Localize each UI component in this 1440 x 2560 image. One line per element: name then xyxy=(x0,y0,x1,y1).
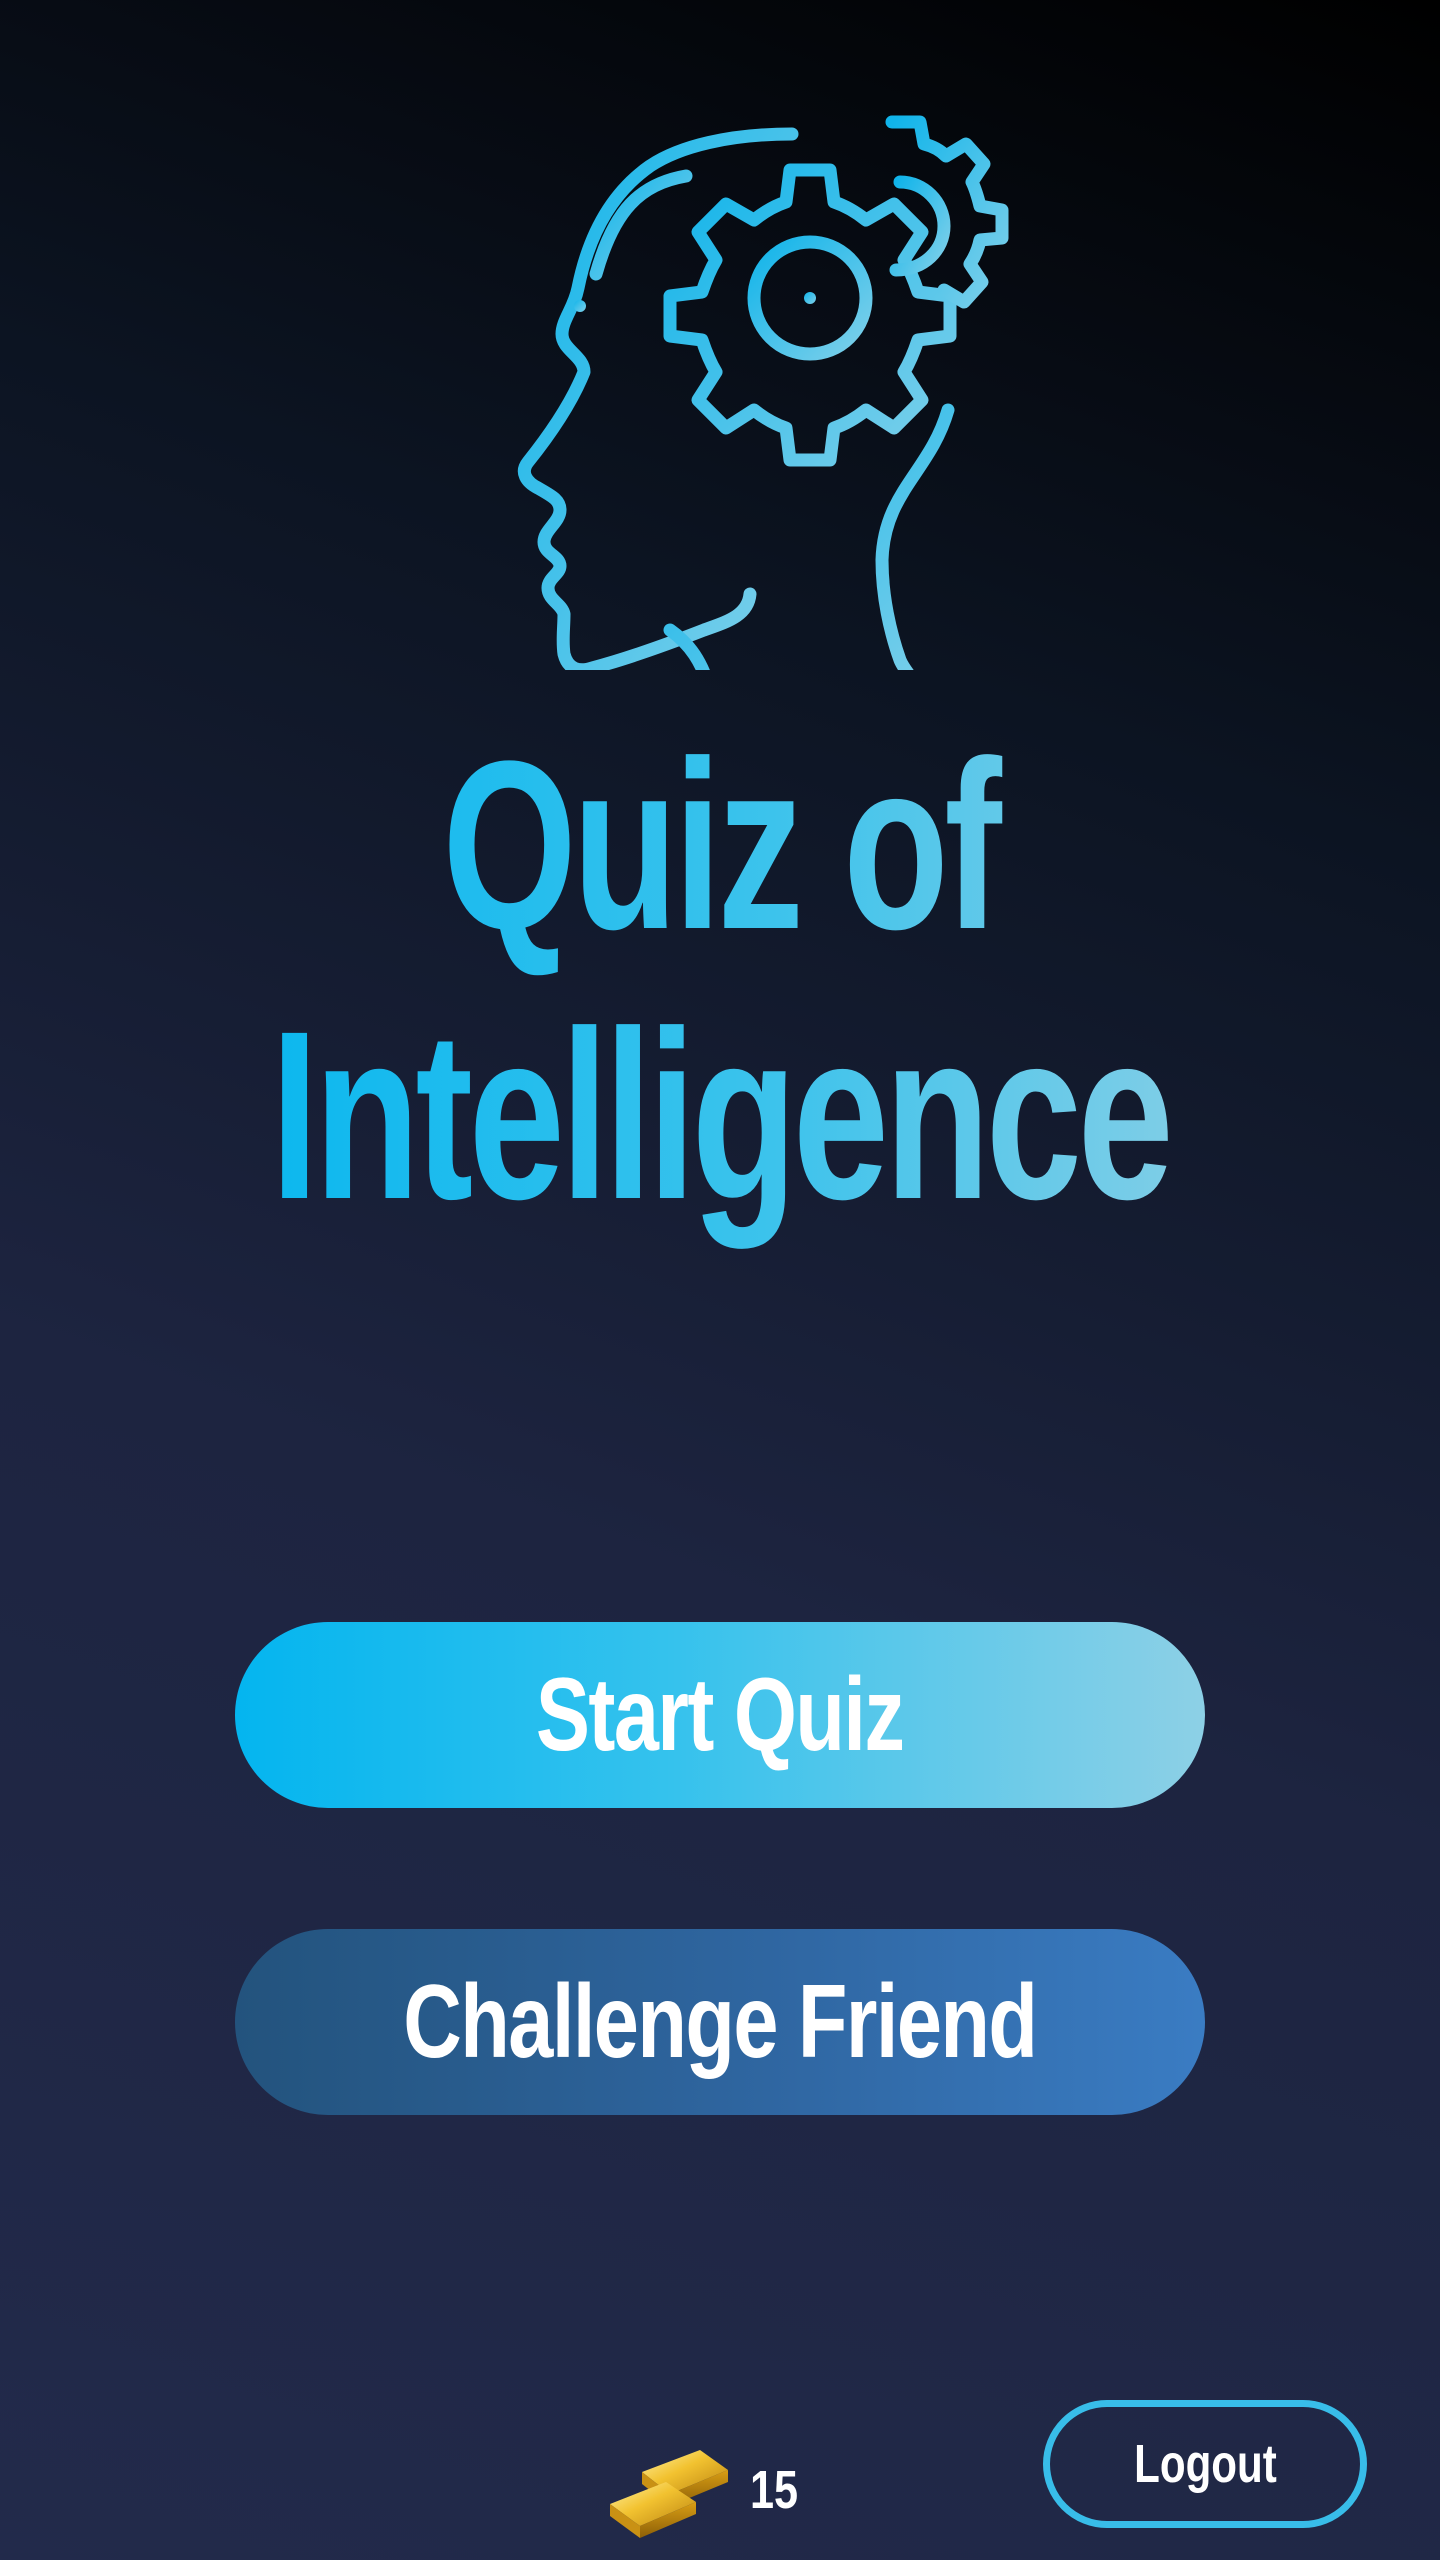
logout-label: Logout xyxy=(1133,2434,1277,2494)
logout-button[interactable]: Logout xyxy=(1043,2400,1367,2528)
challenge-friend-button[interactable]: Challenge Friend xyxy=(235,1929,1205,2115)
head-with-gear-icon xyxy=(480,110,1040,670)
app-title-line-1: Quiz of xyxy=(202,710,1239,980)
start-quiz-button[interactable]: Start Quiz xyxy=(235,1622,1205,1808)
app-title: Quiz of Intelligence xyxy=(202,710,1239,1250)
coin-balance: 15 xyxy=(604,2440,810,2540)
coin-count: 15 xyxy=(750,2460,799,2520)
app-title-line-2: Intelligence xyxy=(202,980,1239,1250)
challenge-friend-label: Challenge Friend xyxy=(403,1963,1038,2080)
start-quiz-label: Start Quiz xyxy=(536,1656,905,1773)
gold-bars-icon xyxy=(604,2442,740,2538)
